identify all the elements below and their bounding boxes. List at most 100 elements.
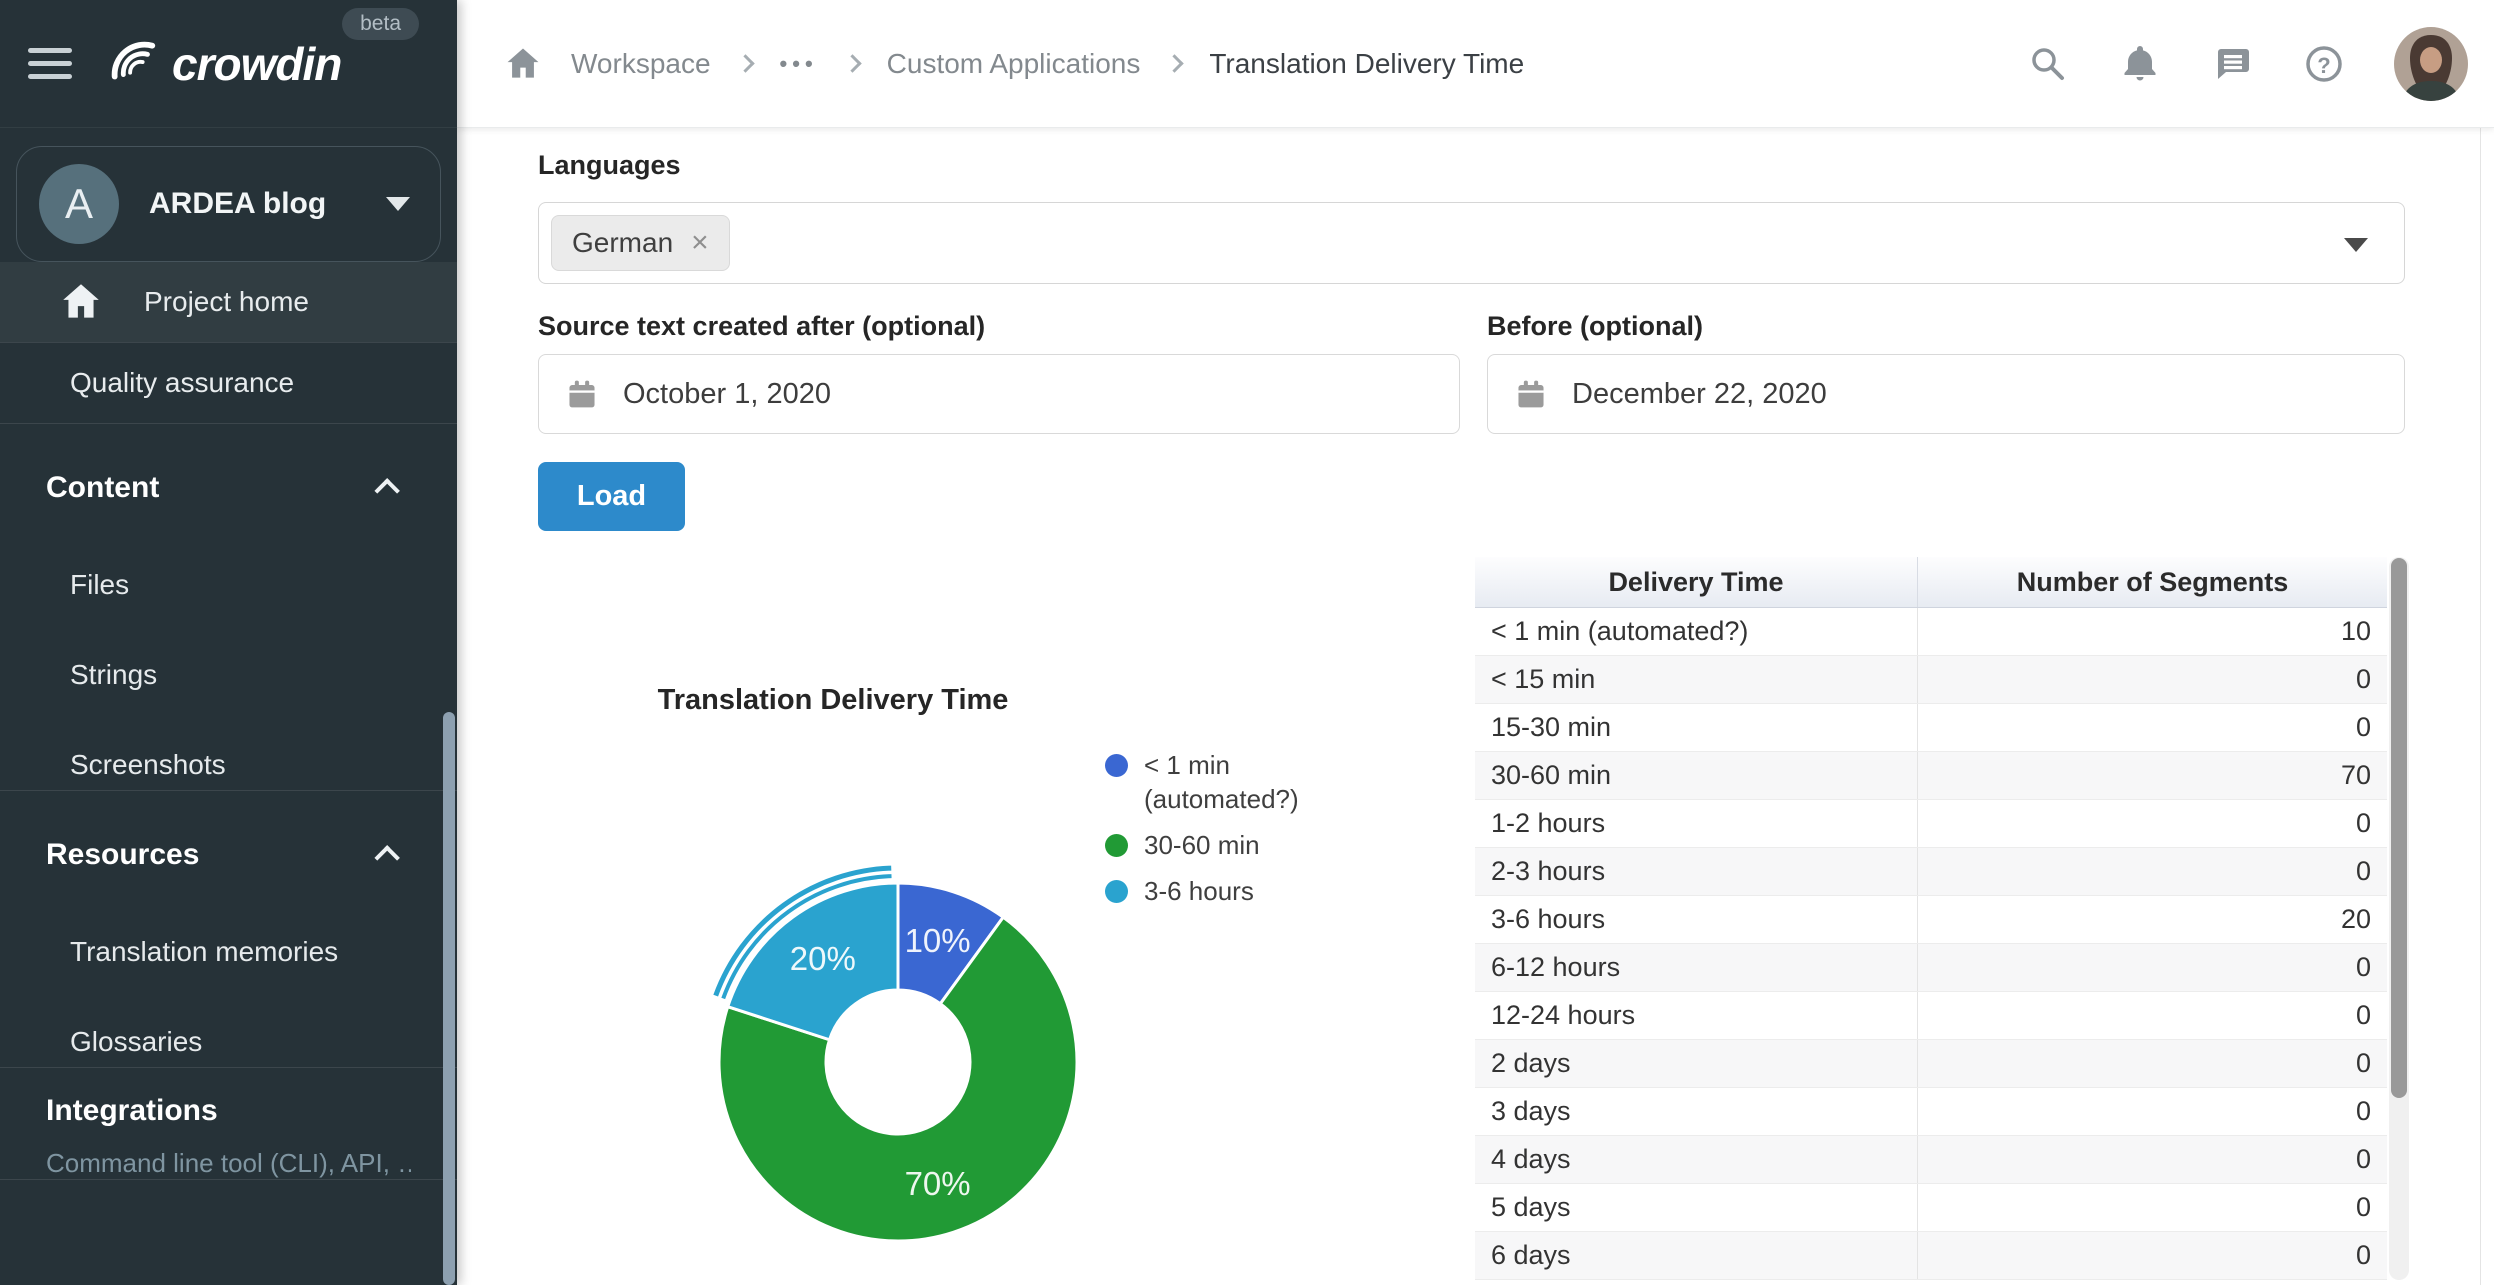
- table-row: 3-6 hours20: [1475, 896, 2387, 944]
- breadcrumb-separator-icon: [1166, 54, 1184, 72]
- donut-chart[interactable]: 10% 70% 20%: [678, 842, 1118, 1282]
- chevron-down-icon: [386, 197, 410, 211]
- table-cell-label: 2-3 hours: [1475, 848, 1918, 895]
- sidebar-item-files[interactable]: Files: [0, 560, 457, 610]
- sidebar-section-content[interactable]: Content: [0, 456, 457, 520]
- sidebar-item-glossaries[interactable]: Glossaries: [0, 1017, 457, 1067]
- slice-percent-label: 70%: [905, 1165, 971, 1202]
- table-header-delivery-time[interactable]: Delivery Time: [1475, 557, 1918, 607]
- sidebar-item-label: Quality assurance: [70, 367, 294, 399]
- table-cell-label: 3-6 hours: [1475, 896, 1918, 943]
- sidebar-item-screenshots[interactable]: Screenshots: [0, 740, 457, 790]
- table-row: < 15 min0: [1475, 656, 2387, 704]
- table-cell-label: 12-24 hours: [1475, 992, 1918, 1039]
- after-date-input[interactable]: October 1, 2020: [538, 354, 1460, 434]
- sidebar-item-label: Project home: [144, 286, 309, 318]
- crowdin-logo-icon: [102, 37, 164, 91]
- table-cell-label: 3 days: [1475, 1088, 1918, 1135]
- table-cell-label: 30-60 min: [1475, 752, 1918, 799]
- help-icon[interactable]: ?: [2302, 42, 2346, 86]
- table-row: 6 days0: [1475, 1232, 2387, 1280]
- table-cell-value: 0: [1918, 1088, 2387, 1135]
- sidebar-item-strings[interactable]: Strings: [0, 650, 457, 700]
- table-cell-value: 0: [1918, 656, 2387, 703]
- crowdin-logo[interactable]: crowdin: [102, 37, 341, 91]
- segments-table: Delivery TimeNumber of Segments < 1 min …: [1475, 557, 2387, 1280]
- table-cell-value: 0: [1918, 992, 2387, 1039]
- sidebar: crowdin beta A ARDEA blog Project home Qu…: [0, 0, 457, 1285]
- table-row: 5 days0: [1475, 1184, 2387, 1232]
- language-chip-label: German: [572, 227, 673, 259]
- sidebar-item-quality-assurance[interactable]: Quality assurance: [0, 343, 457, 423]
- legend-item-1-min-automated: < 1 min (automated?): [1105, 748, 1344, 816]
- calendar-icon: [565, 377, 599, 411]
- table-cell-value: 0: [1918, 1232, 2387, 1279]
- messages-icon[interactable]: [2210, 42, 2254, 86]
- sidebar-divider: [0, 1179, 457, 1180]
- table-scrollbar-thumb[interactable]: [2391, 558, 2407, 1098]
- sidebar-scrollbar-thumb[interactable]: [443, 712, 455, 1285]
- table-row: 15-30 min0: [1475, 704, 2387, 752]
- after-date-value: October 1, 2020: [623, 378, 831, 411]
- table-scrollbar-track[interactable]: [2389, 557, 2409, 1280]
- chart-legend: < 1 min (automated?)30-60 min3-6 hours: [1105, 748, 1344, 920]
- beta-badge: beta: [342, 8, 419, 40]
- home-icon[interactable]: [503, 44, 543, 84]
- table-cell-label: 5 days: [1475, 1184, 1918, 1231]
- after-date-label: Source text created after (optional): [538, 311, 985, 342]
- slice-percent-label: 20%: [790, 940, 856, 977]
- table-cell-value: 0: [1918, 1136, 2387, 1183]
- table-cell-value: 0: [1918, 800, 2387, 847]
- breadcrumb-item-more[interactable]: •••: [780, 51, 818, 77]
- breadcrumb-item-custom-applications[interactable]: Custom Applications: [887, 48, 1141, 80]
- sidebar-section-resources[interactable]: Resources: [0, 823, 457, 887]
- topbar: Workspace•••Custom ApplicationsTranslati…: [457, 0, 2494, 128]
- table-row: 4 days0: [1475, 1136, 2387, 1184]
- table-cell-label: < 15 min: [1475, 656, 1918, 703]
- breadcrumb-item-workspace[interactable]: Workspace: [571, 48, 711, 80]
- languages-label: Languages: [538, 150, 681, 181]
- sidebar-item-translation-memories[interactable]: Translation memories: [0, 927, 457, 977]
- remove-chip-icon[interactable]: ×: [691, 226, 709, 260]
- sidebar-header: crowdin beta: [0, 0, 457, 128]
- breadcrumb: Workspace•••Custom ApplicationsTranslati…: [457, 44, 1524, 84]
- crowdin-logo-text: crowdin: [172, 37, 341, 91]
- sidebar-section-label: Content: [46, 471, 159, 505]
- table-cell-label: 15-30 min: [1475, 704, 1918, 751]
- load-button[interactable]: Load: [538, 462, 685, 531]
- legend-label: 30-60 min: [1144, 828, 1344, 862]
- before-date-value: December 22, 2020: [1572, 378, 1827, 411]
- table-cell-label: 6-12 hours: [1475, 944, 1918, 991]
- main-content: Languages German × Source text created af…: [457, 128, 2494, 1285]
- hamburger-menu-icon[interactable]: [28, 40, 72, 87]
- language-chip-german: German ×: [551, 215, 730, 271]
- table-header-row: Delivery TimeNumber of Segments: [1475, 557, 2387, 608]
- table-cell-value: 70: [1918, 752, 2387, 799]
- home-icon: [58, 279, 104, 325]
- topbar-icons: ?: [2026, 0, 2494, 128]
- calendar-icon: [1514, 377, 1548, 411]
- user-avatar[interactable]: [2394, 27, 2468, 101]
- table-body: < 1 min (automated?)10< 15 min015-30 min…: [1475, 608, 2387, 1280]
- table-row: < 1 min (automated?)10: [1475, 608, 2387, 656]
- table-header-number-of-segments[interactable]: Number of Segments: [1918, 557, 2387, 607]
- search-icon[interactable]: [2026, 42, 2070, 86]
- sidebar-divider: [0, 423, 457, 424]
- breadcrumb-separator-icon: [843, 54, 861, 72]
- project-selector[interactable]: A ARDEA blog: [16, 146, 441, 262]
- languages-select[interactable]: German ×: [538, 202, 2405, 284]
- table-row: 30-60 min70: [1475, 752, 2387, 800]
- slice-percent-label: 10%: [905, 922, 971, 959]
- table-row: 3 days0: [1475, 1088, 2387, 1136]
- legend-item-30-60-min: 30-60 min: [1105, 828, 1344, 862]
- sidebar-group-title[interactable]: Integrations: [46, 1094, 411, 1128]
- chevron-up-icon: [374, 845, 399, 870]
- breadcrumb-separator-icon: [736, 54, 754, 72]
- notifications-bell-icon[interactable]: [2118, 42, 2162, 86]
- page-scroll-gutter: [2480, 128, 2481, 1285]
- before-date-input[interactable]: December 22, 2020: [1487, 354, 2405, 434]
- sidebar-item-project-home[interactable]: Project home: [0, 262, 457, 342]
- table-cell-label: 1-2 hours: [1475, 800, 1918, 847]
- sidebar-divider: [0, 1067, 457, 1068]
- project-avatar: A: [39, 164, 119, 244]
